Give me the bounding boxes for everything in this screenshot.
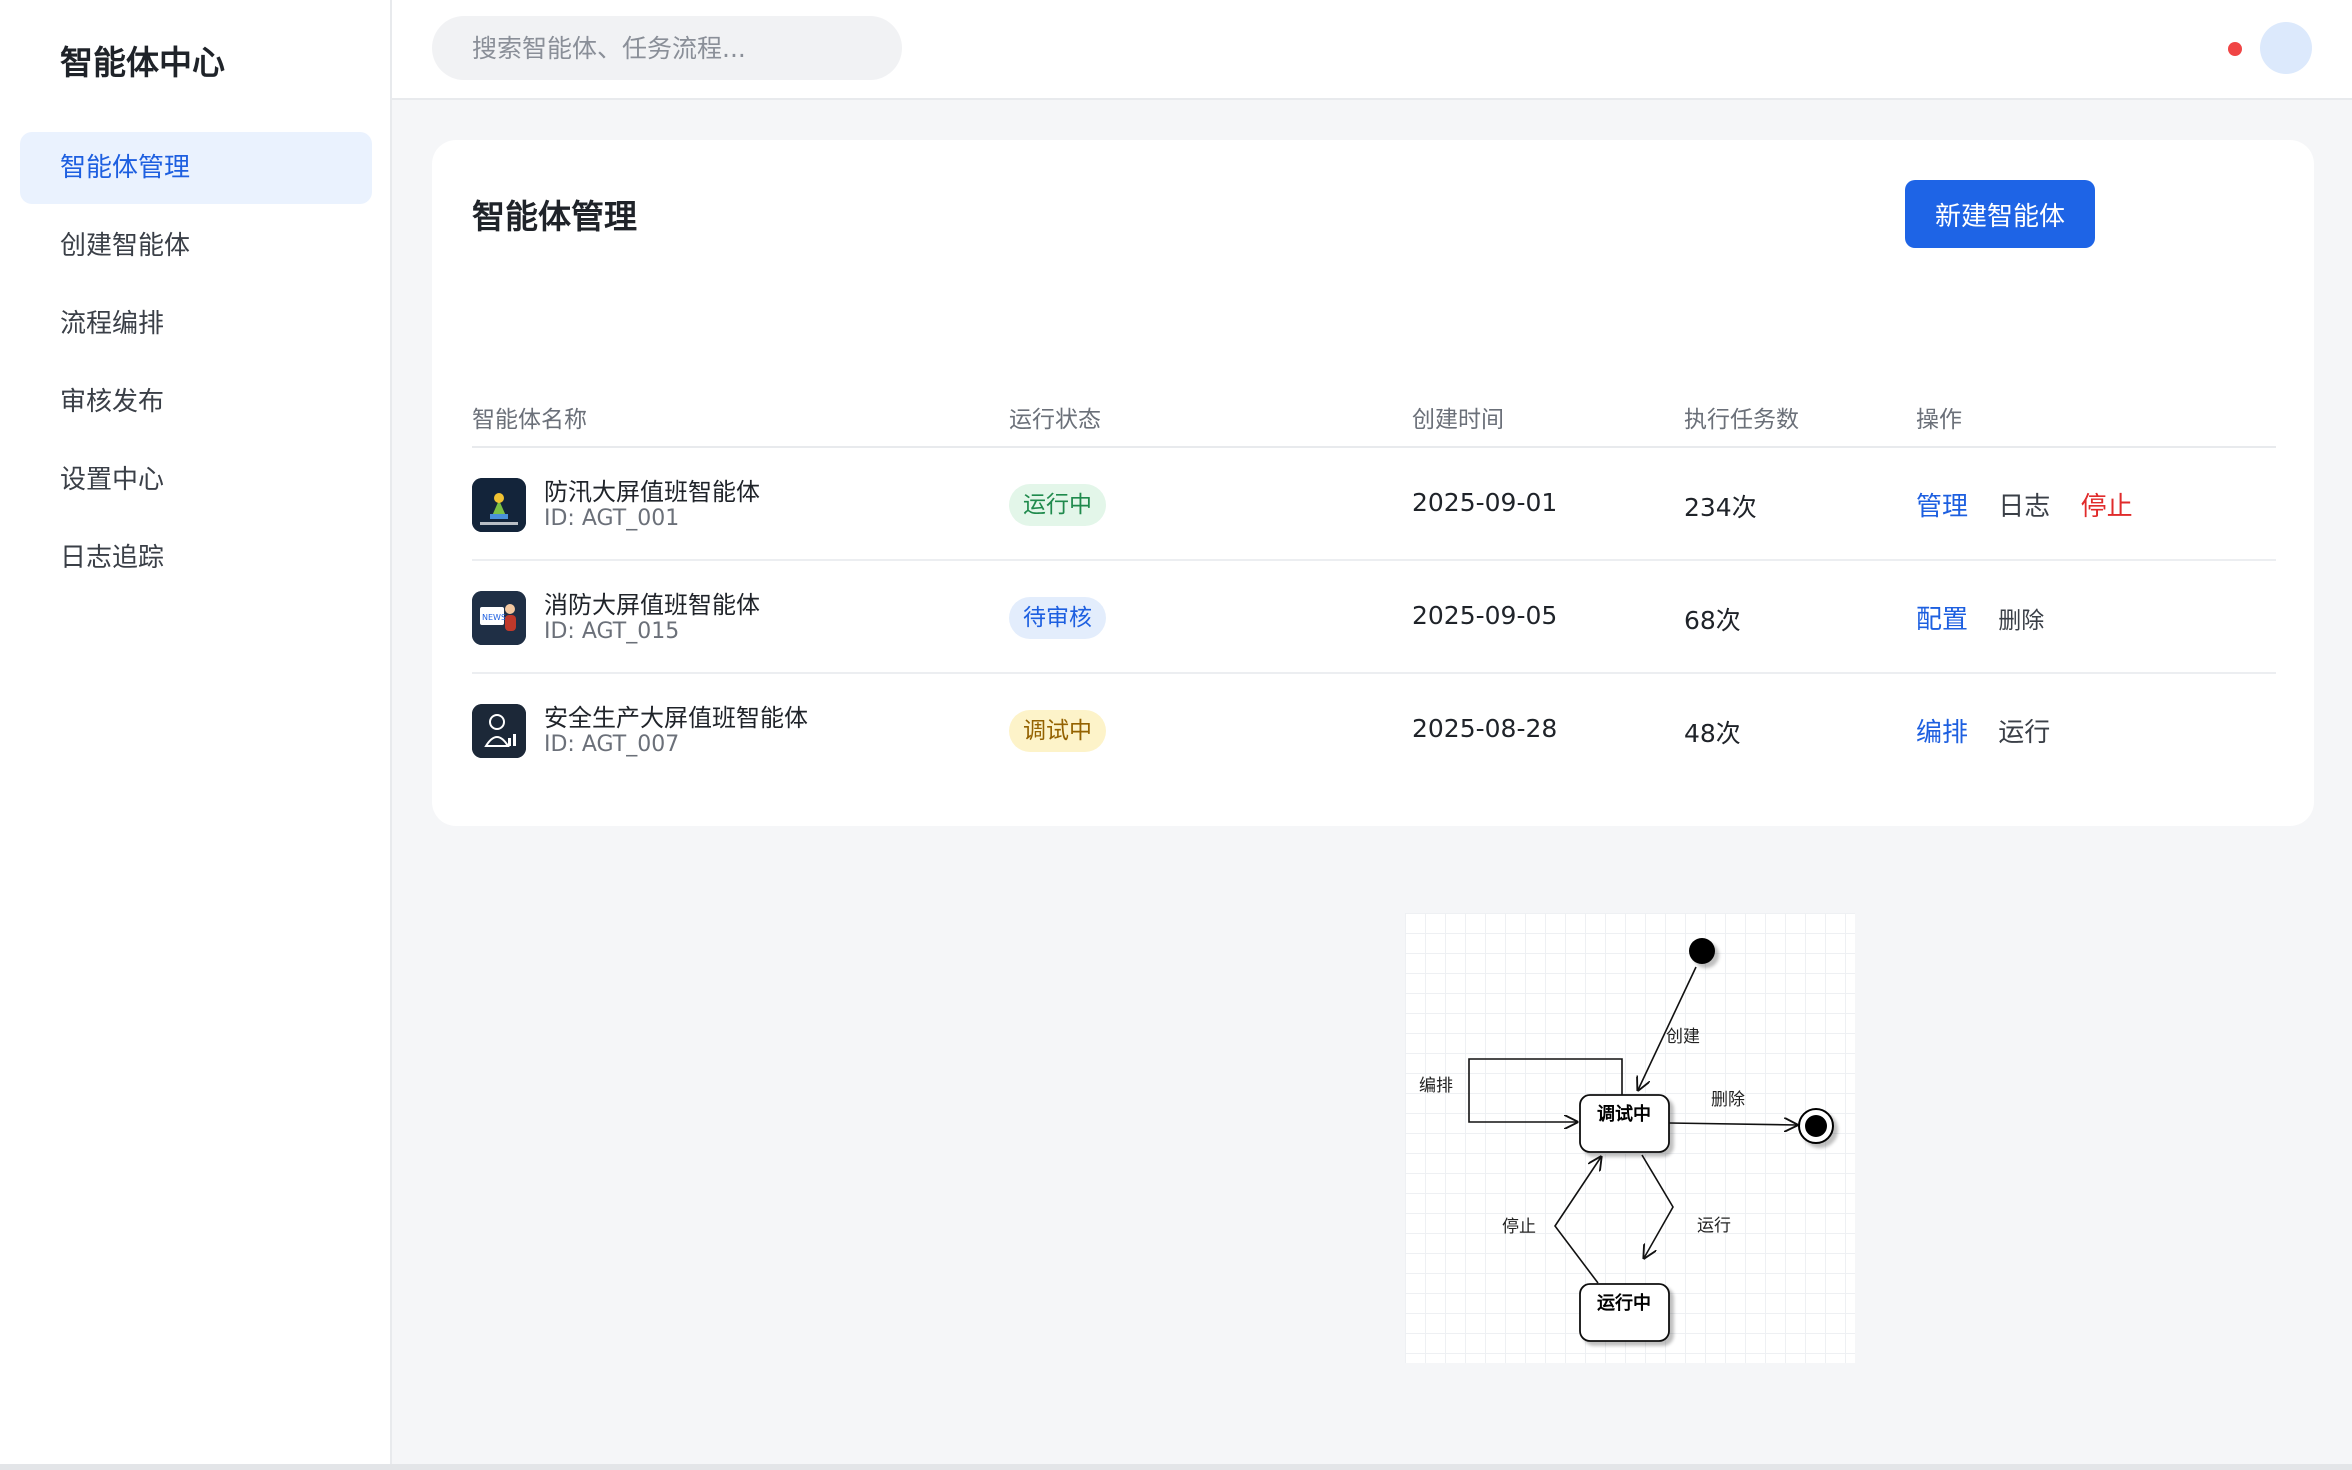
sidebar-item-logs[interactable]: 日志追踪 xyxy=(20,522,372,594)
agent-id: ID: AGT_015 xyxy=(544,619,680,644)
agent-name: 防汛大屏值班智能体 xyxy=(544,478,760,506)
state-label-running: 运行中 xyxy=(1597,1292,1651,1314)
status-badge: 待审核 xyxy=(1009,597,1106,639)
edge-label-run: 运行 xyxy=(1697,1216,1731,1236)
agent-id: ID: AGT_001 xyxy=(544,506,680,531)
avatar[interactable] xyxy=(2260,22,2312,74)
status-badge: 运行中 xyxy=(1009,484,1106,526)
sidebar-nav: 智能体管理 创建智能体 流程编排 审核发布 设置中心 日志追踪 xyxy=(20,132,372,600)
task-count: 234次 xyxy=(1684,493,1757,522)
row-actions: 编排 运行 xyxy=(1916,712,2072,749)
astronaut-chart-icon xyxy=(472,704,526,758)
edge-stop xyxy=(1554,1157,1601,1284)
created-date: 2025-09-05 xyxy=(1412,601,1558,630)
page-title: 智能体管理 xyxy=(472,197,637,236)
search-input[interactable] xyxy=(432,16,902,80)
sidebar: 智能体中心 智能体管理 创建智能体 流程编排 审核发布 设置中心 日志追踪 xyxy=(0,0,392,1464)
brand-title: 智能体中心 xyxy=(60,43,225,82)
notification-dot-icon[interactable] xyxy=(2228,42,2242,56)
agent-table: 智能体名称 运行状态 创建时间 执行任务数 操作 防汛大屏值班智能体 ID: A… xyxy=(472,380,2276,787)
manage-button[interactable]: 管理 xyxy=(1916,492,1968,522)
edge-label-create: 创建 xyxy=(1666,1027,1700,1047)
task-count: 48次 xyxy=(1684,719,1741,748)
table-header: 智能体名称 运行状态 创建时间 执行任务数 操作 xyxy=(472,380,2276,448)
final-state-node xyxy=(1798,1108,1834,1144)
edge-label-arrange: 编排 xyxy=(1419,1076,1453,1096)
table-row: 安全生产大屏值班智能体 ID: AGT_007 调试中 2025-08-28 4… xyxy=(472,674,2276,787)
arrange-button[interactable]: 编排 xyxy=(1916,718,1968,748)
new-agent-button[interactable]: 新建智能体 xyxy=(1905,180,2095,248)
edge-label-delete: 删除 xyxy=(1711,1090,1745,1110)
configure-button[interactable]: 配置 xyxy=(1916,605,1968,635)
sidebar-item-create-agent[interactable]: 创建智能体 xyxy=(20,210,372,282)
top-bar xyxy=(392,0,2352,100)
sidebar-item-review-publish[interactable]: 审核发布 xyxy=(20,366,372,438)
svg-text:NEWS: NEWS xyxy=(482,613,506,622)
column-header-created: 创建时间 xyxy=(1412,407,1504,433)
task-count: 68次 xyxy=(1684,606,1741,635)
state-diagram: 调试中 运行中 创建 编排 删除 运行 停止 xyxy=(1405,913,1855,1363)
table-row: 防汛大屏值班智能体 ID: AGT_001 运行中 2025-09-01 234… xyxy=(472,448,2276,561)
column-header-name: 智能体名称 xyxy=(472,407,587,433)
state-label-debugging: 调试中 xyxy=(1597,1103,1651,1125)
run-button[interactable]: 运行 xyxy=(1998,718,2050,748)
bottom-edge xyxy=(0,1464,2352,1470)
created-date: 2025-08-28 xyxy=(1412,714,1558,743)
agent-management-card: 智能体管理 新建智能体 智能体名称 运行状态 创建时间 执行任务数 操作 防汛大… xyxy=(432,140,2314,826)
column-header-tasks: 执行任务数 xyxy=(1684,407,1799,433)
created-date: 2025-09-01 xyxy=(1412,488,1558,517)
edge-delete xyxy=(1668,1123,1797,1125)
agent-name: 安全生产大屏值班智能体 xyxy=(544,704,808,732)
row-actions: 管理 日志 停止 xyxy=(1916,486,2155,523)
agent-id: ID: AGT_007 xyxy=(544,732,680,757)
column-header-status: 运行状态 xyxy=(1009,407,1101,433)
news-reader-icon: NEWS xyxy=(472,591,526,645)
table-row: NEWS 消防大屏值班智能体 ID: AGT_015 待审核 2025-09-0… xyxy=(472,561,2276,674)
sidebar-item-workflow[interactable]: 流程编排 xyxy=(20,288,372,360)
status-badge: 调试中 xyxy=(1009,710,1106,752)
logs-button[interactable]: 日志 xyxy=(1998,492,2050,522)
sidebar-item-agent-management[interactable]: 智能体管理 xyxy=(20,132,372,204)
stop-button[interactable]: 停止 xyxy=(2081,492,2133,522)
agent-name: 消防大屏值班智能体 xyxy=(544,591,760,619)
column-header-actions: 操作 xyxy=(1916,407,1962,433)
delete-button[interactable]: 删除 xyxy=(1998,608,2044,634)
price-tracker-icon xyxy=(472,478,526,532)
edge-label-stop: 停止 xyxy=(1502,1217,1536,1237)
initial-state-node xyxy=(1689,938,1715,964)
row-actions: 配置 删除 xyxy=(1916,599,2066,636)
sidebar-item-settings[interactable]: 设置中心 xyxy=(20,444,372,516)
edge-run xyxy=(1641,1154,1674,1258)
